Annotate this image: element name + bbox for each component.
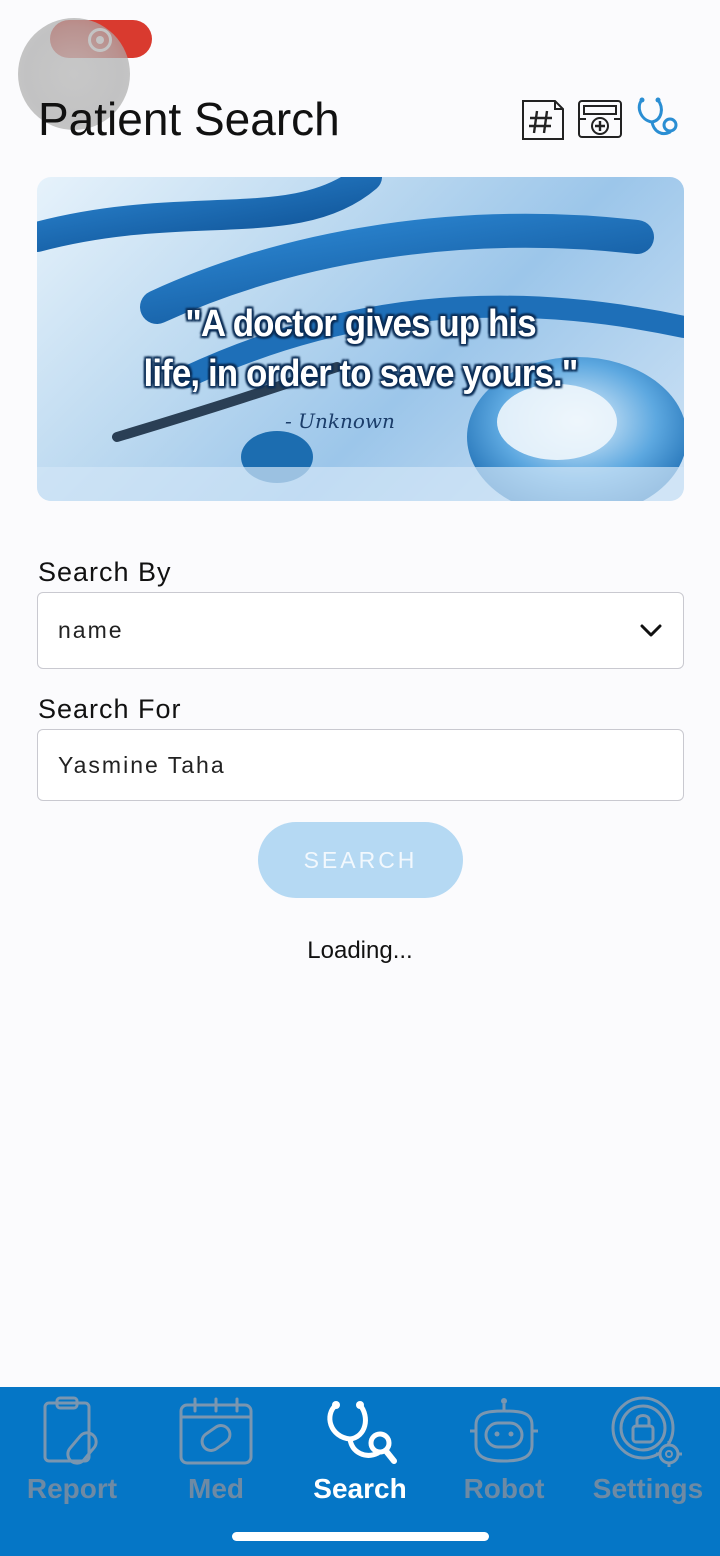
tab-bar: Report Med Search Robot Settings bbox=[0, 1387, 720, 1556]
tab-label: Settings bbox=[592, 1473, 704, 1504]
tab-label: Med bbox=[188, 1473, 244, 1504]
tab-search[interactable]: Search bbox=[288, 1387, 432, 1507]
robot-icon bbox=[464, 1393, 544, 1471]
hero-banner: "A doctor gives up his life, in order to… bbox=[37, 177, 684, 501]
stethoscope-icon[interactable] bbox=[634, 94, 682, 142]
tab-label: Report bbox=[26, 1473, 118, 1504]
tab-report[interactable]: Report bbox=[0, 1387, 144, 1507]
page-title: Patient Search bbox=[38, 93, 340, 145]
stethoscope-icon bbox=[320, 1393, 400, 1471]
clipboard-icon bbox=[32, 1393, 112, 1471]
search-button[interactable]: SEARCH bbox=[258, 822, 463, 898]
hashtag-icon[interactable] bbox=[518, 94, 566, 142]
tab-robot[interactable]: Robot bbox=[432, 1387, 576, 1507]
medical-kit-icon[interactable] bbox=[576, 94, 624, 142]
calendar-pill-icon bbox=[176, 1393, 256, 1471]
search-by-label: Search By bbox=[38, 557, 172, 587]
home-indicator[interactable] bbox=[232, 1532, 489, 1541]
search-by-value: name bbox=[58, 617, 124, 643]
search-by-select[interactable]: name bbox=[37, 592, 684, 669]
lock-gear-icon bbox=[608, 1393, 688, 1471]
header-actions bbox=[518, 94, 682, 142]
loading-status: Loading... bbox=[307, 937, 413, 964]
search-for-label: Search For bbox=[38, 694, 182, 724]
tab-med[interactable]: Med bbox=[144, 1387, 288, 1507]
tab-settings[interactable]: Settings bbox=[576, 1387, 720, 1507]
chevron-down-icon bbox=[640, 624, 662, 636]
quote-text: "A doctor gives up his life, in order to… bbox=[63, 299, 658, 399]
tab-label: Robot bbox=[463, 1473, 545, 1504]
search-for-input[interactable] bbox=[37, 729, 684, 801]
quote-author: - Unknown bbox=[285, 409, 395, 433]
tab-label: Search bbox=[313, 1473, 407, 1504]
quote-line-2: life, in order to save yours." bbox=[143, 353, 579, 395]
quote-line-1: "A doctor gives up his bbox=[185, 303, 536, 345]
